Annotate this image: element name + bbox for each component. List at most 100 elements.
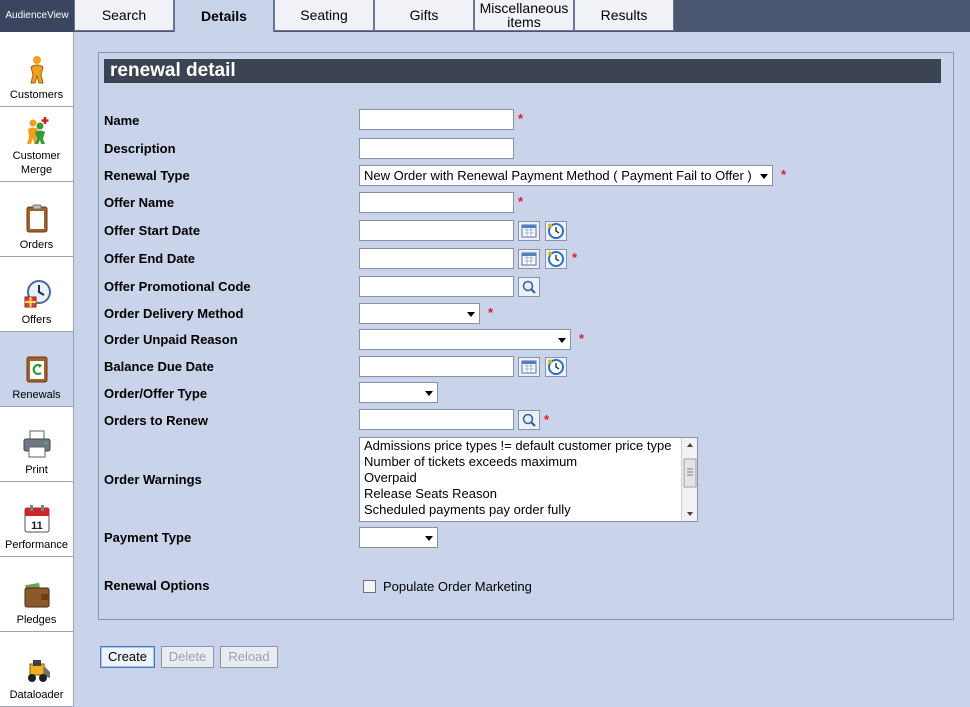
populate-order-marketing-checkbox[interactable]: [363, 580, 376, 593]
sidebar-item-customers[interactable]: Customers: [0, 32, 74, 107]
tab-gifts[interactable]: Gifts: [374, 0, 474, 31]
required-marker: *: [518, 111, 524, 126]
sidebar-item-label: Offers: [21, 314, 52, 326]
scrollbar-graphic: [683, 443, 697, 516]
payment-type-label: Payment Type: [104, 530, 192, 545]
printer-icon: [23, 430, 50, 458]
list-item[interactable]: Number of tickets exceeds maximum: [360, 454, 697, 470]
balance-due-date-label: Balance Due Date: [104, 359, 214, 374]
offer-start-date-label: Offer Start Date: [104, 223, 201, 238]
listbox-scrollbar[interactable]: [681, 438, 697, 521]
calendar-icon: [521, 224, 537, 238]
orders-to-renew-input[interactable]: [359, 409, 514, 430]
offers-icon: [24, 280, 51, 308]
balance-due-calendar-button[interactable]: [518, 357, 540, 377]
search-icon: [522, 280, 536, 294]
list-item[interactable]: Admissions price types != default custom…: [360, 438, 697, 454]
offer-start-time-button[interactable]: [545, 221, 567, 241]
order-delivery-method-label: Order Delivery Method: [104, 306, 244, 321]
clock-icon: [548, 251, 564, 267]
required-marker: *: [781, 167, 787, 182]
sidebar-item-label: Pledges: [16, 614, 57, 626]
offer-promo-code-label: Offer Promotional Code: [104, 279, 251, 294]
balance-due-date-input[interactable]: [359, 356, 514, 377]
order-warnings-listbox[interactable]: Admissions price types != default custom…: [359, 437, 698, 522]
calendar-icon: [521, 252, 537, 266]
offer-end-calendar-button[interactable]: [518, 249, 540, 269]
renewals-icon: [26, 356, 47, 383]
orders-icon: [26, 204, 47, 233]
offer-start-calendar-button[interactable]: [518, 221, 540, 241]
order-delivery-method-select[interactable]: [359, 303, 480, 324]
sidebar-item-label: Customer Merge: [12, 150, 61, 176]
order-warnings-label: Order Warnings: [104, 472, 202, 487]
delete-button[interactable]: Delete: [161, 646, 214, 668]
order-offer-type-select[interactable]: [359, 382, 438, 403]
renewal-type-value: New Order with Renewal Payment Method ( …: [364, 168, 752, 183]
sidebar-item-renewals[interactable]: Renewals: [0, 332, 74, 407]
tab-results[interactable]: Results: [574, 0, 674, 31]
list-item[interactable]: Scheduled payments pay order fully: [360, 502, 697, 518]
calendar-icon: [521, 360, 537, 374]
sidebar-item-label: Dataloader: [9, 689, 64, 701]
renewal-type-select[interactable]: New Order with Renewal Payment Method ( …: [359, 165, 773, 186]
required-marker: *: [572, 250, 578, 265]
sidebar-item-performance[interactable]: 11 Performance: [0, 482, 74, 557]
list-item[interactable]: Overpaid: [360, 470, 697, 486]
svg-text:11: 11: [31, 520, 43, 532]
name-label: Name: [104, 113, 140, 128]
list-item[interactable]: Release Seats Reason: [360, 486, 697, 502]
chevron-down-icon: [425, 391, 433, 396]
order-unpaid-reason-label: Order Unpaid Reason: [104, 332, 238, 347]
tab-details[interactable]: Details: [174, 0, 274, 32]
name-input[interactable]: [359, 109, 514, 130]
clock-icon: [548, 359, 564, 375]
sidebar-item-offers[interactable]: Offers: [0, 257, 74, 332]
panel-title: renewal detail: [104, 59, 941, 83]
offer-promo-code-input[interactable]: [359, 276, 514, 297]
renewal-type-label: Renewal Type: [104, 168, 190, 183]
sidebar-item-label: Print: [25, 464, 48, 476]
offer-end-time-button[interactable]: [545, 249, 567, 269]
reload-button[interactable]: Reload: [220, 646, 278, 668]
tab-miscellaneous-items[interactable]: Miscellaneous items: [474, 0, 574, 31]
sidebar-item-pledges[interactable]: Pledges: [0, 557, 74, 632]
payment-type-select[interactable]: [359, 527, 438, 548]
sidebar-item-print[interactable]: Print: [0, 407, 74, 482]
tab-search[interactable]: Search: [74, 0, 174, 31]
sidebar-item-label: Orders: [19, 239, 54, 251]
orders-to-renew-search-button[interactable]: [518, 410, 540, 430]
offer-name-input[interactable]: [359, 192, 514, 213]
description-label: Description: [104, 141, 176, 156]
sidebar-item-label: Renewals: [12, 389, 61, 401]
chevron-down-icon: [467, 312, 475, 317]
description-input[interactable]: [359, 138, 514, 159]
sidebar-item-orders[interactable]: Orders: [0, 182, 74, 257]
chevron-down-icon: [558, 338, 566, 343]
sidebar-item-customer-merge[interactable]: Customer Merge: [0, 107, 74, 182]
required-marker: *: [488, 305, 494, 320]
create-button[interactable]: Create: [100, 646, 155, 668]
chevron-down-icon: [760, 174, 768, 179]
clock-icon: [548, 223, 564, 239]
brand-logo: AudienceView: [0, 0, 74, 32]
offer-end-date-label: Offer End Date: [104, 251, 196, 266]
populate-order-marketing-label: Populate Order Marketing: [383, 579, 532, 594]
wallet-icon: [24, 582, 49, 608]
order-unpaid-reason-select[interactable]: [359, 329, 571, 350]
tab-seating[interactable]: Seating: [274, 0, 374, 31]
required-marker: *: [579, 331, 585, 346]
offer-name-label: Offer Name: [104, 195, 175, 210]
orders-to-renew-label: Orders to Renew: [104, 413, 209, 428]
customer-merge-icon: [26, 117, 48, 144]
search-icon: [522, 413, 536, 427]
sidebar-item-dataloader[interactable]: Dataloader: [0, 632, 74, 707]
customer-icon: [29, 56, 44, 84]
offer-start-date-input[interactable]: [359, 220, 514, 241]
offer-end-date-input[interactable]: [359, 248, 514, 269]
order-offer-type-label: Order/Offer Type: [104, 386, 208, 401]
required-marker: *: [518, 194, 524, 209]
sidebar-item-label: Customers: [9, 89, 64, 101]
offer-promo-search-button[interactable]: [518, 277, 540, 297]
balance-due-time-button[interactable]: [545, 357, 567, 377]
